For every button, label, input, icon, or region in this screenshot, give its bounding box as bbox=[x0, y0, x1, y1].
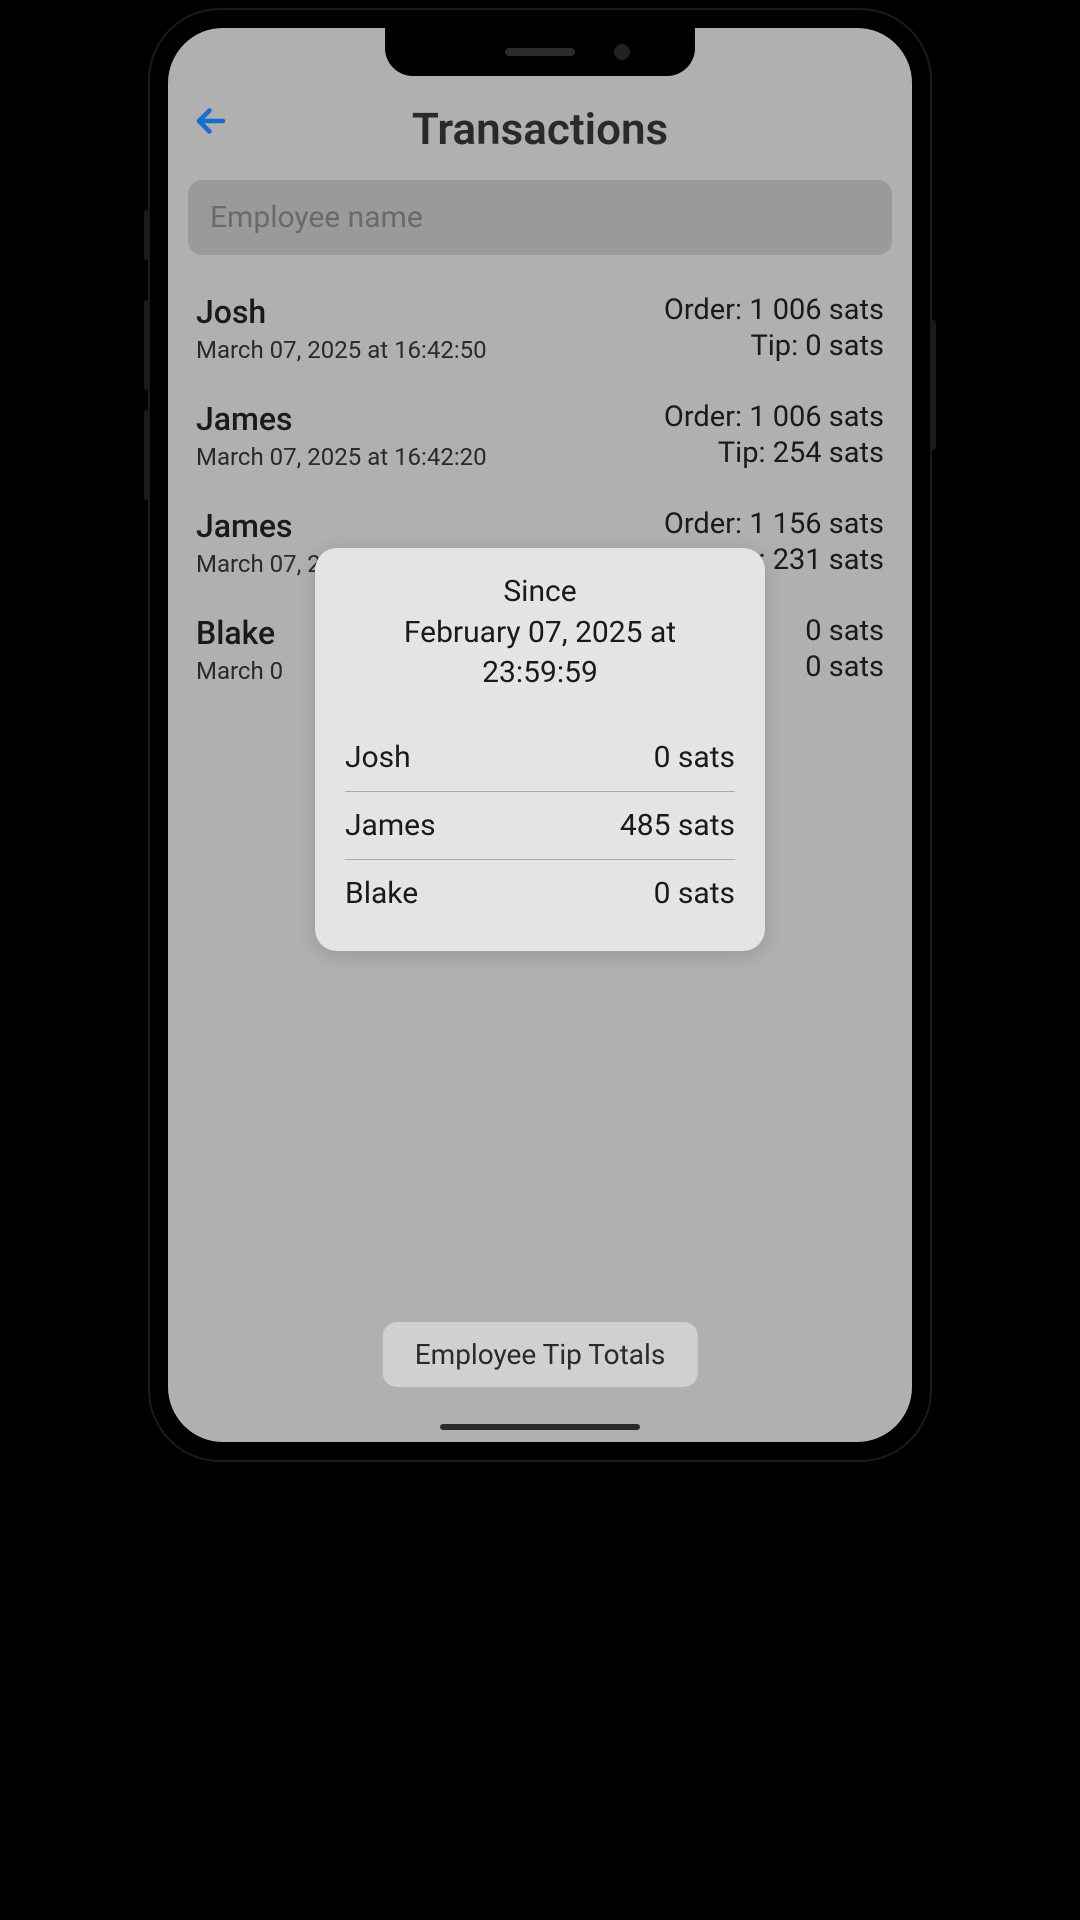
transaction-time: March 07, 2025 at 16:42:50 bbox=[196, 336, 487, 364]
transaction-left: Josh March 07, 2025 at 16:42:50 bbox=[196, 293, 487, 364]
power-button bbox=[930, 320, 936, 450]
modal-row: Josh 0 sats bbox=[345, 724, 735, 792]
transaction-name: James bbox=[196, 400, 487, 438]
transaction-order: Order: 1 006 sats bbox=[664, 400, 884, 434]
modal-row: James 485 sats bbox=[345, 792, 735, 860]
back-button[interactable] bbox=[193, 103, 229, 149]
phone-frame: Transactions Josh March 07, 2025 at 16:4… bbox=[150, 10, 930, 1460]
tip-totals-modal: Since February 07, 2025 at 23:59:59 Josh… bbox=[315, 548, 765, 951]
transaction-time: March 07, 2025 at 16:42:20 bbox=[196, 443, 487, 471]
modal-row-amount: 0 sats bbox=[654, 740, 735, 775]
page-title: Transactions bbox=[412, 103, 668, 155]
side-button bbox=[144, 210, 150, 260]
screen: Transactions Josh March 07, 2025 at 16:4… bbox=[168, 28, 912, 1442]
transaction-right: 0 sats 0 sats bbox=[805, 614, 884, 685]
transaction-tip: Tip: 254 sats bbox=[718, 436, 884, 470]
modal-row-name: James bbox=[345, 808, 436, 843]
transaction-left: Blake March 0 bbox=[196, 614, 283, 685]
button-label: Employee Tip Totals bbox=[415, 1338, 666, 1371]
modal-since-date: February 07, 2025 at 23:59:59 bbox=[345, 613, 735, 694]
volume-down-button bbox=[144, 410, 150, 500]
modal-row-name: Blake bbox=[345, 876, 418, 911]
transaction-right: Order: 1 006 sats Tip: 254 sats bbox=[664, 400, 884, 471]
notch bbox=[385, 28, 695, 76]
volume-up-button bbox=[144, 300, 150, 390]
modal-row: Blake 0 sats bbox=[345, 860, 735, 927]
arrow-left-icon bbox=[193, 103, 229, 139]
employee-tip-totals-button[interactable]: Employee Tip Totals bbox=[383, 1322, 698, 1387]
transaction-right: Order: 1 006 sats Tip: 0 sats bbox=[664, 293, 884, 364]
modal-row-amount: 0 sats bbox=[654, 876, 735, 911]
transaction-row[interactable]: James March 07, 2025 at 16:42:20 Order: … bbox=[188, 382, 892, 489]
transaction-order: Order: 1 156 sats bbox=[664, 507, 884, 541]
transaction-time: March 0 bbox=[196, 657, 283, 685]
header: Transactions bbox=[188, 103, 892, 180]
transaction-name: Blake bbox=[196, 614, 283, 652]
transaction-order: 0 sats bbox=[805, 614, 884, 648]
transaction-tip: Tip: 0 sats bbox=[750, 329, 884, 363]
modal-title: Since February 07, 2025 at 23:59:59 bbox=[345, 572, 735, 694]
home-indicator[interactable] bbox=[440, 1424, 640, 1430]
transaction-row[interactable]: Josh March 07, 2025 at 16:42:50 Order: 1… bbox=[188, 275, 892, 382]
transaction-name: Josh bbox=[196, 293, 487, 331]
modal-row-amount: 485 sats bbox=[620, 808, 735, 843]
transaction-left: James March 07, 2025 at 16:42:20 bbox=[196, 400, 487, 471]
transaction-name: James bbox=[196, 507, 487, 545]
camera-icon bbox=[614, 44, 630, 60]
search-input[interactable] bbox=[188, 180, 892, 255]
content-area: Transactions Josh March 07, 2025 at 16:4… bbox=[168, 28, 912, 1442]
modal-since-label: Since bbox=[345, 572, 735, 613]
transaction-order: Order: 1 006 sats bbox=[664, 293, 884, 327]
transaction-tip: 0 sats bbox=[805, 650, 884, 684]
speaker-icon bbox=[505, 48, 575, 56]
modal-row-name: Josh bbox=[345, 740, 411, 775]
